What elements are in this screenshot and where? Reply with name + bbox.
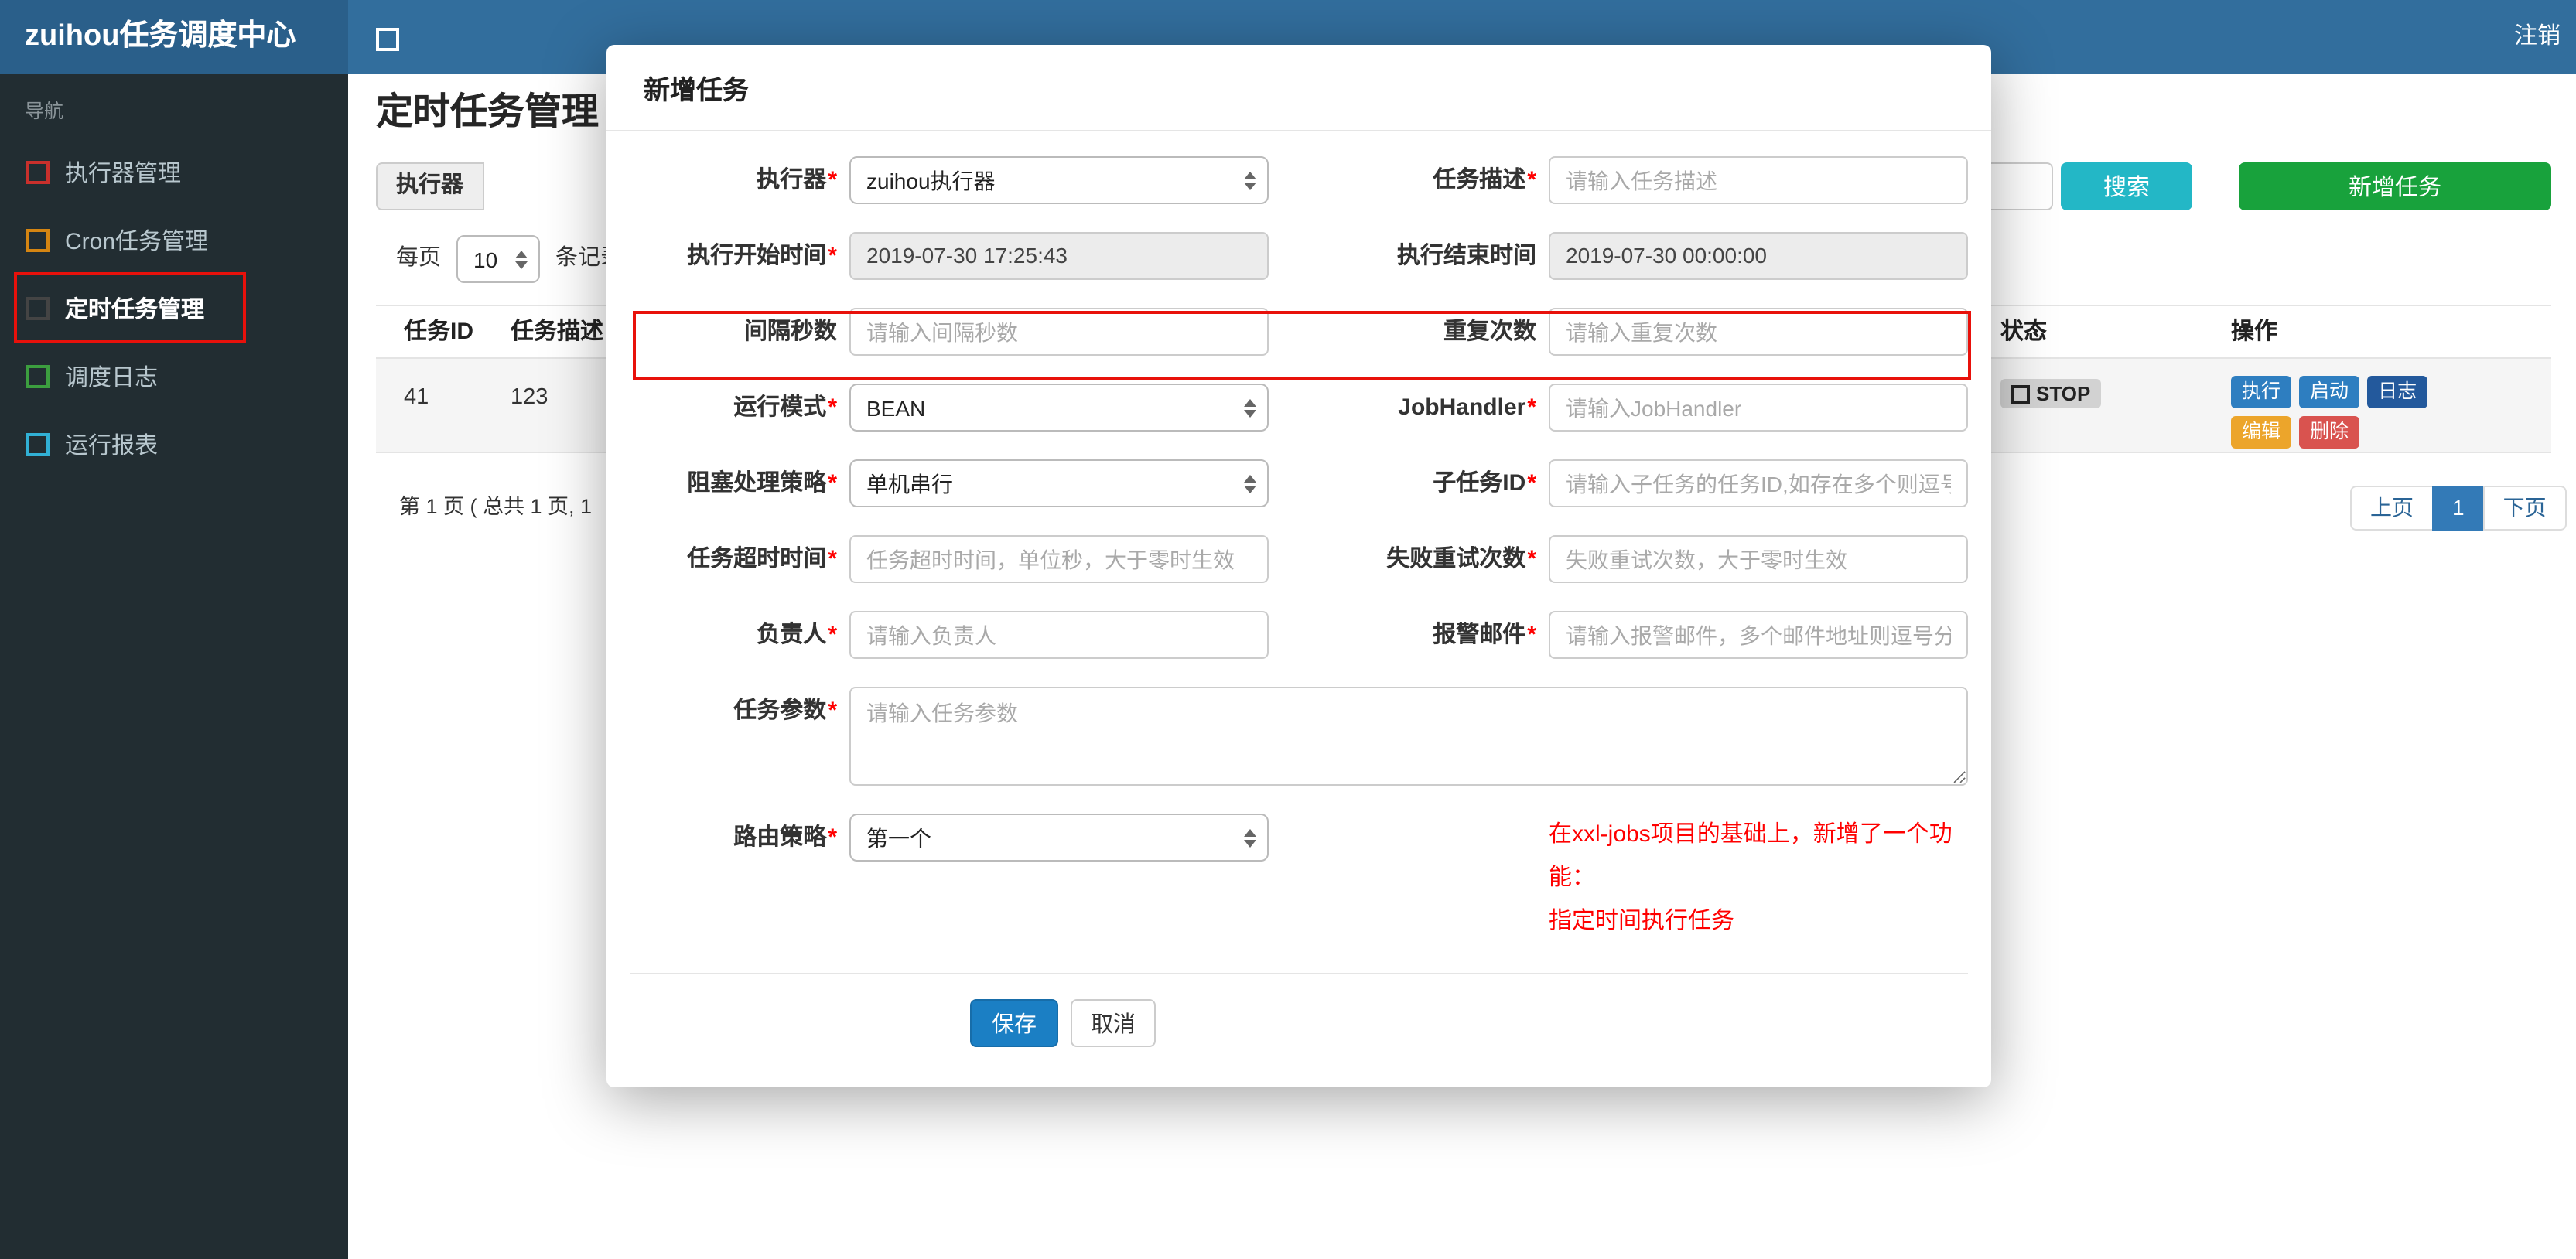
pagination-summary: 第 1 页 ( 总共 1 页, 1 [399,495,593,518]
executor-label: 执行器 * [757,167,837,193]
executor-select[interactable]: zuihou执行器 [849,156,1269,204]
executor-filter-label: 执行器 [376,162,483,210]
per-page-value: 10 [473,247,498,271]
sidebar-header: 导航 [25,101,64,122]
sidebar-item-dispatch-log[interactable]: 调度日志 [0,342,348,410]
sidebar-item-cron-task-management[interactable]: Cron任务管理 [0,206,348,274]
col-header-operations: 操作 [2231,319,2278,345]
block-strategy-select[interactable]: 单机串行 [849,459,1269,507]
jobhandler-label: JobHandler * [1398,394,1536,421]
col-header-task-id: 任务ID [404,319,474,345]
retry-count-label: 失败重试次数 * [1386,546,1536,572]
current-page-button[interactable]: 1 [2432,486,2485,531]
search-button[interactable]: 搜索 [2061,162,2192,210]
status-badge: STOP [2000,379,2102,408]
sidebar-item-label: 执行器管理 [65,160,182,186]
start-time-label: 执行开始时间 * [687,243,837,269]
sidebar-item-scheduled-task-management[interactable]: 定时任务管理 [0,274,348,342]
task-desc-input[interactable] [1549,156,1968,204]
interval-label: 间隔秒数* [743,319,837,345]
brand-title: zuihou任务调度中心 [0,0,348,74]
alarm-email-input[interactable] [1549,611,1968,659]
job-params-label: 任务参数 * [733,698,837,724]
cell-task-id: 41 [404,385,429,410]
add-task-button[interactable]: 新增任务 [2239,162,2551,210]
execute-button[interactable]: 执行 [2231,376,2292,408]
repeat-count-input[interactable] [1549,308,1968,356]
square-icon [26,432,50,455]
child-task-label: 子任务ID * [1433,470,1536,496]
square-icon [26,364,50,387]
cancel-button[interactable]: 取消 [1071,999,1156,1048]
end-time-label: 执行结束时间* [1396,243,1536,269]
feature-hint-text: 在xxl-jobs项目的基础上，新增了一个功能： 指定时间执行任务 [1549,821,1952,933]
dropdown-arrows-icon [1244,398,1256,417]
prev-page-button[interactable]: 上页 [2350,486,2434,531]
timeout-label: 任务超时时间 * [687,546,837,572]
per-page-prefix: 每页 [396,246,441,271]
per-page-select[interactable]: 10 [456,235,540,283]
square-icon [26,160,50,183]
edit-button[interactable]: 编辑 [2231,416,2292,449]
sidebar: 导航 执行器管理 Cron任务管理 定时任务管理 调度日志 运行报表 [0,74,348,1259]
sidebar-item-executor-management[interactable]: 执行器管理 [0,138,348,206]
task-form: 执行器* zuihou执行器 任务描述* 执行开始时间* 2019-07-30 … [630,156,1968,943]
add-task-modal: 新增任务 执行器* zuihou执行器 任务描述* 执行开 [606,45,1991,1088]
modal-body: 执行器* zuihou执行器 任务描述* 执行开始时间* 2019-07-30 … [606,131,1991,1088]
row-operations: 执行 启动 日志 编辑 删除 [2231,376,2435,449]
timeout-input[interactable] [849,535,1269,583]
child-task-input[interactable] [1549,459,1968,507]
col-header-task-desc: 任务描述 [511,319,604,345]
square-icon [26,296,50,319]
app-screen: zuihou任务调度中心 注销 导航 执行器管理 Cron任务管理 定时任务管理… [0,0,2576,1259]
logout-link[interactable]: 注销 [2514,0,2561,74]
run-mode-label: 运行模式 * [733,394,837,421]
interval-input[interactable] [849,308,1269,356]
run-mode-select[interactable]: BEAN [849,384,1269,432]
page-title: 定时任务管理 [376,91,599,133]
start-time-field[interactable]: 2019-07-30 17:25:43 [849,232,1269,280]
modal-footer: 保存 取消 [630,975,1968,1048]
dropdown-arrows-icon [1244,828,1256,847]
stop-square-icon [2011,384,2030,403]
col-header-status: 状态 [2000,319,2048,345]
sidebar-item-label: Cron任务管理 [65,228,209,254]
cell-task-desc: 123 [511,385,548,410]
pagination: 上页 1 下页 [2350,486,2567,531]
collapse-menu-icon[interactable] [376,28,399,51]
owner-input[interactable] [849,611,1269,659]
sidebar-item-label: 运行报表 [65,432,159,459]
end-time-field[interactable]: 2019-07-30 00:00:00 [1549,232,1968,280]
log-button[interactable]: 日志 [2367,376,2428,408]
dropdown-arrows-icon [515,250,528,268]
sidebar-item-label: 调度日志 [65,364,159,391]
retry-count-input[interactable] [1549,535,1968,583]
job-params-textarea[interactable] [849,687,1968,786]
route-strategy-select[interactable]: 第一个 [849,814,1269,862]
delete-button[interactable]: 删除 [2299,416,2360,449]
block-strategy-label: 阻塞处理策略 * [687,470,837,496]
alarm-email-label: 报警邮件 * [1433,622,1536,648]
task-desc-label: 任务描述 * [1433,167,1536,193]
owner-label: 负责人 * [757,622,837,648]
next-page-button[interactable]: 下页 [2482,486,2567,531]
sidebar-item-label: 定时任务管理 [65,296,205,322]
route-strategy-label: 路由策略 * [733,824,837,851]
save-button[interactable]: 保存 [970,999,1058,1048]
jobhandler-input[interactable] [1549,384,1968,432]
dropdown-arrows-icon [1244,474,1256,493]
square-icon [26,228,50,251]
dropdown-arrows-icon [1244,171,1256,189]
modal-title: 新增任务 [606,45,1991,131]
repeat-count-label: 重复次数* [1443,319,1536,345]
start-button[interactable]: 启动 [2299,376,2360,408]
sidebar-item-run-report[interactable]: 运行报表 [0,410,348,478]
